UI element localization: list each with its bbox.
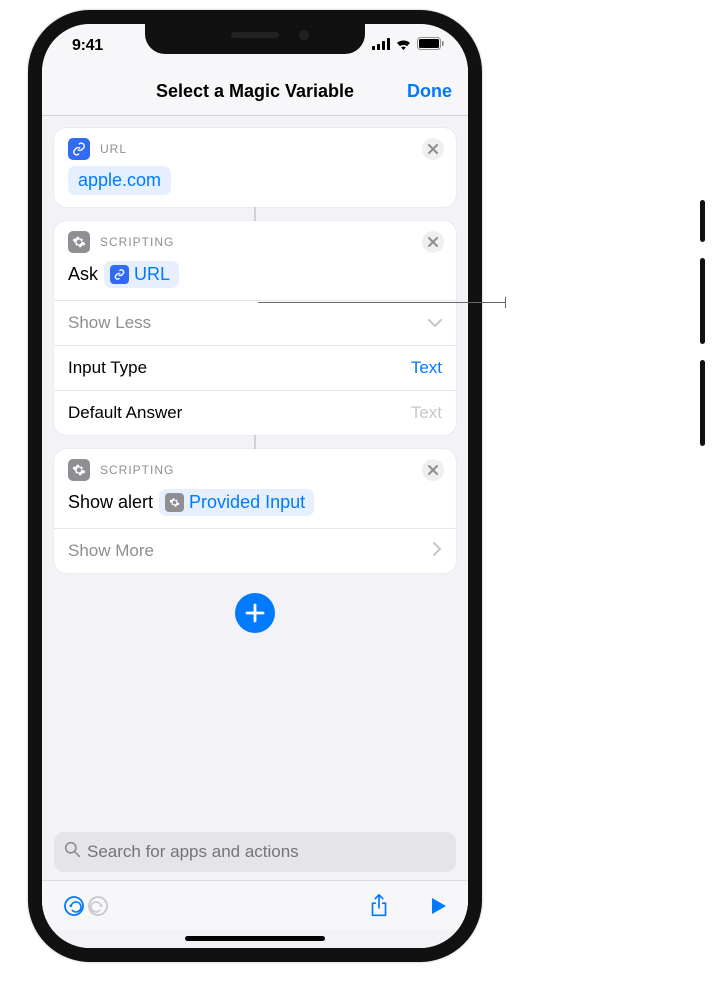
device-notch <box>145 22 365 54</box>
show-less-row[interactable]: Show Less <box>54 300 456 345</box>
action-category-label: SCRIPTING <box>100 235 174 249</box>
variable-label: Provided Input <box>189 492 305 513</box>
gear-icon <box>68 231 90 253</box>
action-card-ask[interactable]: SCRIPTING Ask URL Show Less <box>54 221 456 435</box>
clear-action-button[interactable] <box>422 138 444 160</box>
chevron-right-icon <box>433 541 442 561</box>
default-answer-placeholder: Text <box>411 403 442 423</box>
clear-action-button[interactable] <box>422 459 444 481</box>
gear-icon <box>165 493 184 512</box>
magic-variable-url[interactable]: URL <box>104 261 179 288</box>
action-category-label: SCRIPTING <box>100 463 174 477</box>
phone-frame: 9:41 Select a Magic Variable Done URL <box>28 10 482 962</box>
wifi-icon <box>395 37 412 55</box>
home-indicator <box>185 936 325 941</box>
undo-button[interactable] <box>62 894 86 918</box>
clear-action-button[interactable] <box>422 231 444 253</box>
search-bar[interactable] <box>54 832 456 872</box>
redo-button[interactable] <box>86 894 110 918</box>
chevron-down-icon <box>428 313 442 333</box>
toolbar <box>42 880 468 930</box>
callout-tick <box>505 297 506 308</box>
add-action-button[interactable] <box>235 593 275 633</box>
magic-variable-provided-input[interactable]: Provided Input <box>159 489 314 516</box>
status-time: 9:41 <box>72 37 103 55</box>
url-value-pill[interactable]: apple.com <box>68 166 171 195</box>
page-title: Select a Magic Variable <box>156 81 354 102</box>
flow-connector <box>254 435 256 449</box>
action-title: Ask <box>68 264 98 285</box>
link-icon <box>68 138 90 160</box>
link-icon <box>110 265 129 284</box>
done-button[interactable]: Done <box>407 81 452 102</box>
share-button[interactable] <box>368 893 390 919</box>
gear-icon <box>68 459 90 481</box>
search-icon <box>64 841 81 863</box>
action-card-show-alert[interactable]: SCRIPTING Show alert Provided Input Show… <box>54 449 456 573</box>
action-card-url[interactable]: URL apple.com <box>54 128 456 207</box>
input-type-value: Text <box>411 358 442 378</box>
callout-line <box>258 302 506 303</box>
play-button[interactable] <box>430 896 448 916</box>
action-category-label: URL <box>100 142 127 156</box>
search-input[interactable] <box>87 842 446 862</box>
battery-icon <box>417 37 444 55</box>
show-more-row[interactable]: Show More <box>54 528 456 573</box>
flow-connector <box>254 207 256 221</box>
variable-label: URL <box>134 264 170 285</box>
default-answer-row[interactable]: Default Answer Text <box>54 390 456 435</box>
input-type-row[interactable]: Input Type Text <box>54 345 456 390</box>
navigation-bar: Select a Magic Variable Done <box>42 68 468 116</box>
action-title: Show alert <box>68 492 153 513</box>
bottom-area <box>42 832 468 948</box>
cellular-icon <box>372 37 390 55</box>
content-area: URL apple.com SCRIPTING A <box>42 116 468 840</box>
